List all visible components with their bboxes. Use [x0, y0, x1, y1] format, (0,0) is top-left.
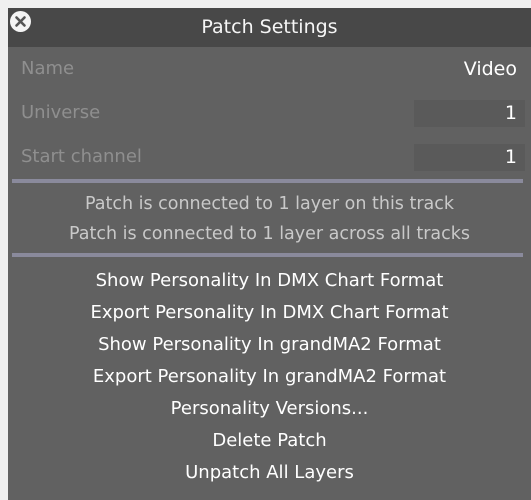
universe-row: Universe 1 — [8, 91, 531, 135]
dialog-titlebar: Patch Settings — [8, 8, 531, 47]
show-dmx-chart-button[interactable]: Show Personality In DMX Chart Format — [8, 265, 531, 297]
dialog-title: Patch Settings — [201, 16, 338, 38]
patch-settings-dialog: Patch Settings Name Video Universe 1 Sta… — [8, 8, 531, 500]
action-list: Show Personality In DMX Chart Format Exp… — [8, 257, 531, 489]
universe-label: Universe — [21, 102, 101, 123]
start-channel-label: Start channel — [21, 146, 142, 167]
name-value[interactable]: Video — [405, 56, 525, 83]
start-channel-row: Start channel 1 — [8, 135, 531, 179]
show-grandma2-button[interactable]: Show Personality In grandMA2 Format — [8, 329, 531, 361]
name-row: Name Video — [8, 47, 531, 91]
universe-field[interactable]: 1 — [414, 100, 525, 127]
all-tracks-connection-text: Patch is connected to 1 layer across all… — [69, 224, 470, 244]
track-connection-text: Patch is connected to 1 layer on this tr… — [84, 194, 455, 214]
export-dmx-chart-button[interactable]: Export Personality In DMX Chart Format — [8, 297, 531, 329]
delete-patch-button[interactable]: Delete Patch — [8, 425, 531, 457]
start-channel-field[interactable]: 1 — [414, 144, 525, 171]
close-icon — [15, 16, 26, 27]
export-grandma2-button[interactable]: Export Personality In grandMA2 Format — [8, 361, 531, 393]
personality-versions-button[interactable]: Personality Versions... — [8, 393, 531, 425]
connection-info: Patch is connected to 1 layer on this tr… — [8, 183, 531, 253]
name-label: Name — [21, 58, 75, 79]
close-button[interactable] — [10, 11, 31, 32]
unpatch-all-layers-button[interactable]: Unpatch All Layers — [8, 457, 531, 489]
